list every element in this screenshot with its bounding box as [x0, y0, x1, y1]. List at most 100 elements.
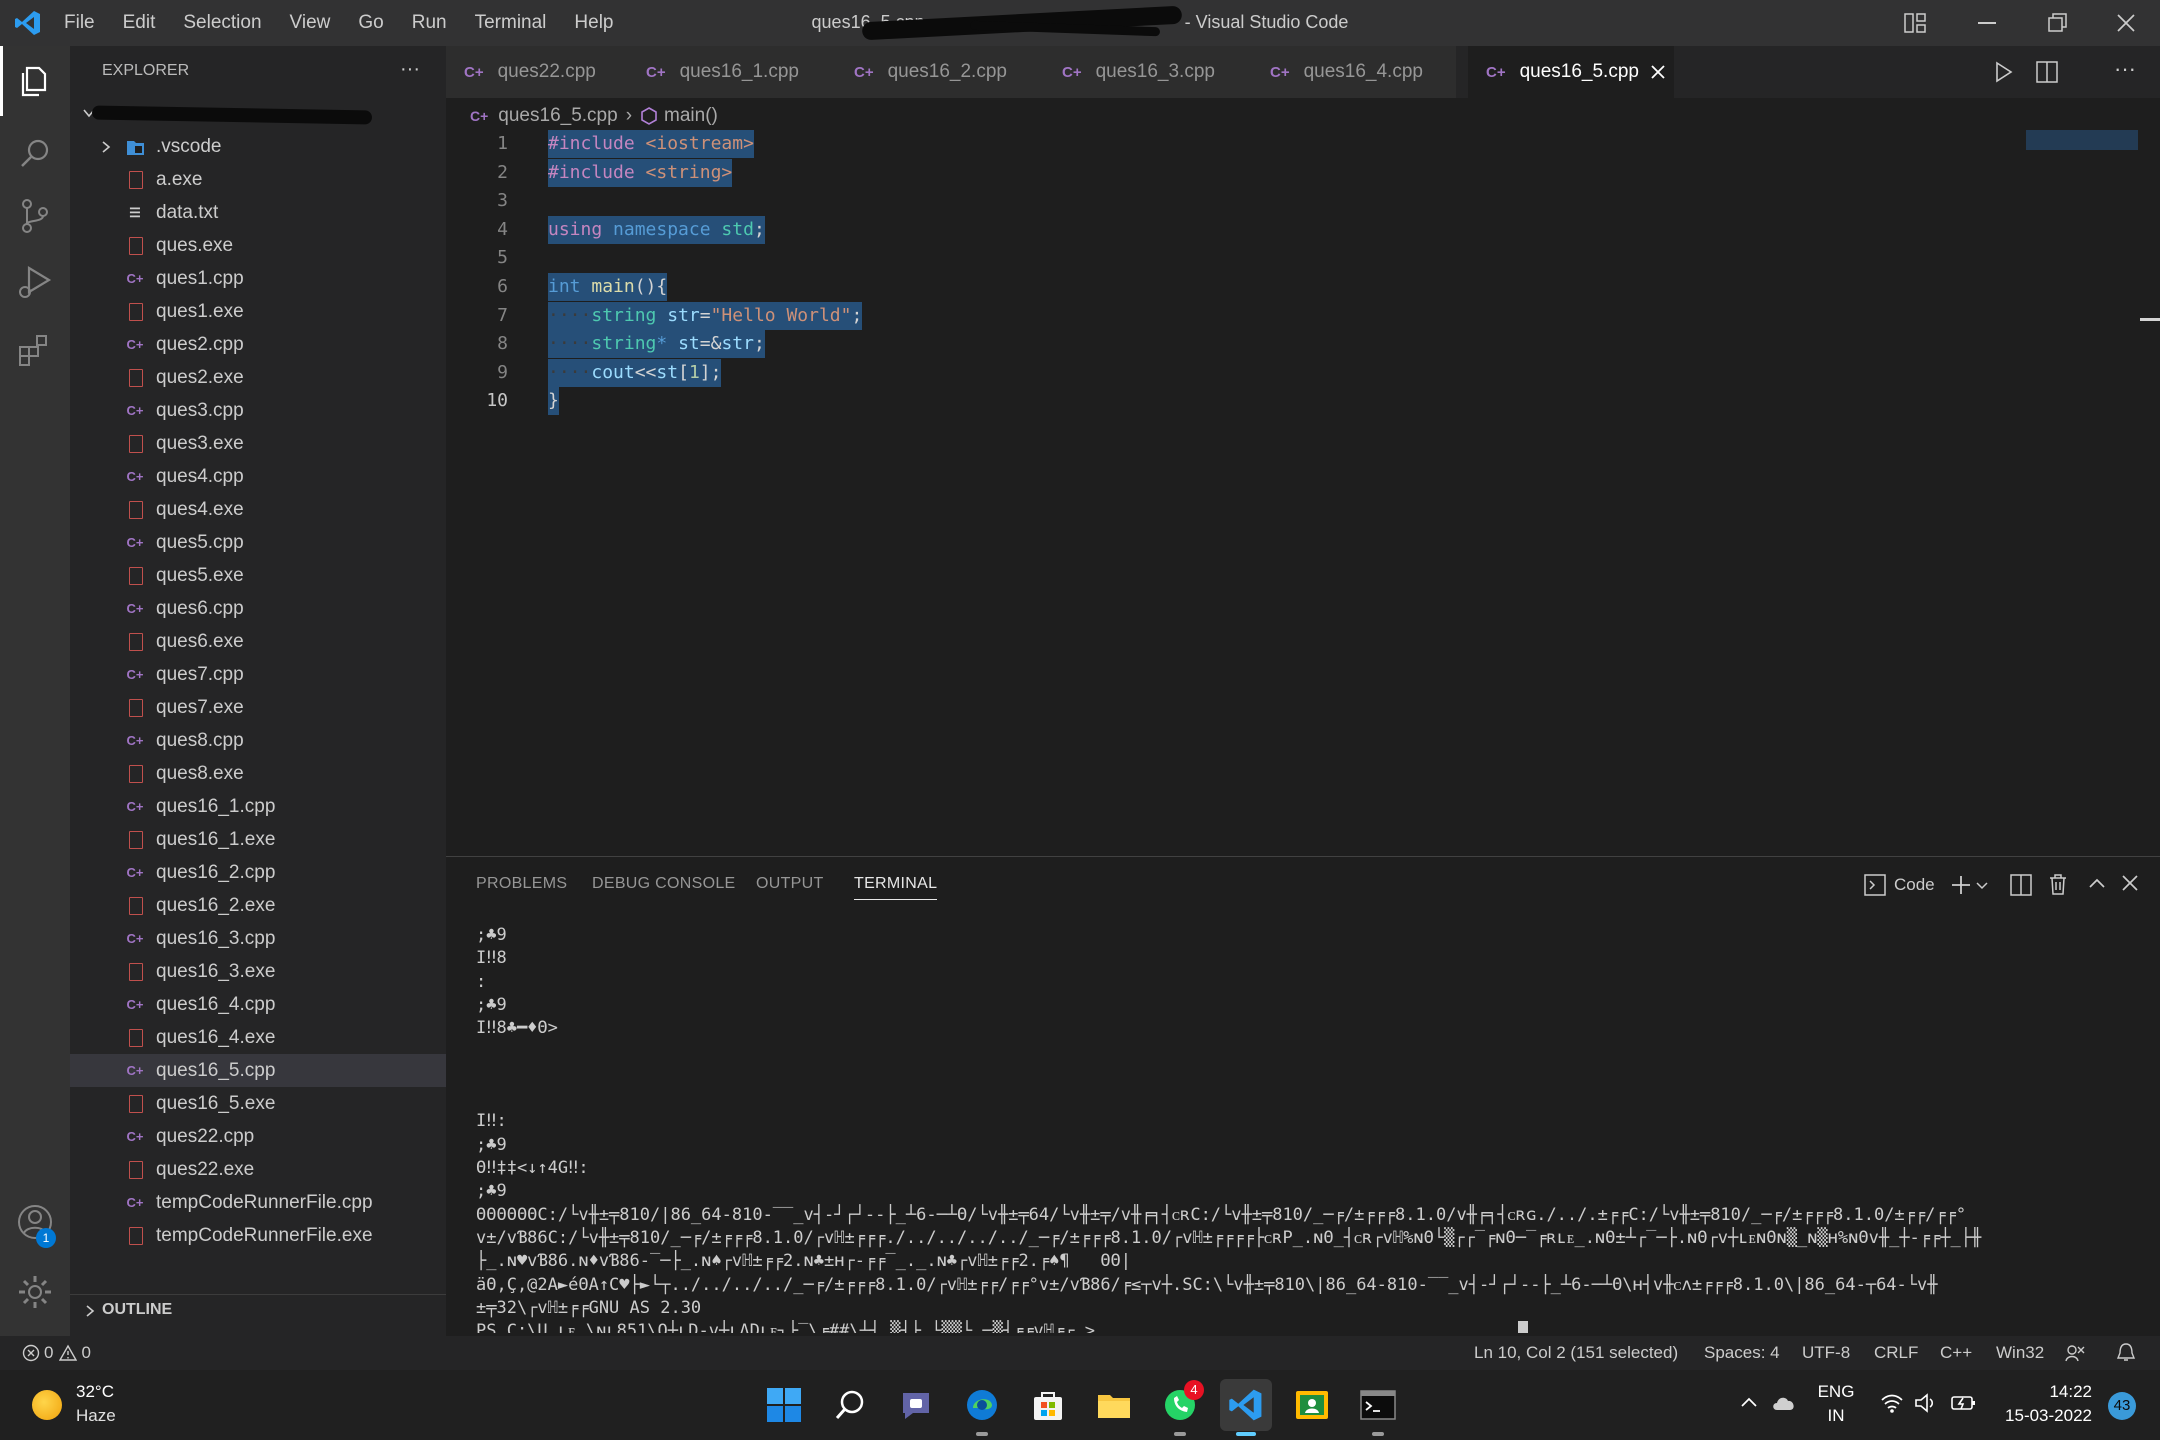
tree-item[interactable]: C+ ques16_3.cpp: [70, 922, 446, 955]
tree-item[interactable]: C+ ques16_2.cpp: [70, 856, 446, 889]
workspace-folder-header[interactable]: [82, 98, 432, 126]
taskbar-classroom[interactable]: [1290, 1383, 1334, 1427]
tree-item[interactable]: tempCodeRunnerFile.exe: [70, 1219, 446, 1252]
code-line[interactable]: 1 #include <iostream>: [446, 130, 1646, 158]
taskbar-store[interactable]: [1026, 1383, 1070, 1427]
encoding[interactable]: UTF-8: [1802, 1343, 1850, 1363]
tree-item[interactable]: ques16_1.exe: [70, 823, 446, 856]
wifi-icon[interactable]: [1880, 1392, 1904, 1414]
new-terminal-icon[interactable]: [1950, 874, 1972, 896]
breadcrumb-file[interactable]: ques16_5.cpp: [498, 105, 617, 127]
close-tab-icon[interactable]: [1651, 65, 1665, 79]
tree-item[interactable]: C+ tempCodeRunnerFile.cpp: [70, 1186, 446, 1219]
clock-time[interactable]: 14:22: [1996, 1382, 2092, 1402]
tree-item[interactable]: C+ ques5.cpp: [70, 526, 446, 559]
split-terminal-icon[interactable]: [2010, 874, 2032, 896]
feedback-icon[interactable]: [2064, 1343, 2086, 1363]
tree-item[interactable]: a.exe: [70, 163, 446, 196]
extensions-icon[interactable]: [15, 330, 55, 370]
minimize-icon[interactable]: [1978, 22, 1996, 24]
taskbar-search[interactable]: [828, 1383, 872, 1427]
weather-temp[interactable]: 32°C: [76, 1382, 114, 1402]
code-line[interactable]: 3: [446, 187, 1646, 215]
tab-problems[interactable]: PROBLEMS: [476, 875, 567, 893]
code-line[interactable]: 5: [446, 244, 1646, 272]
breadcrumb-symbol[interactable]: main(): [664, 105, 718, 127]
tree-item[interactable]: C+ ques3.cpp: [70, 394, 446, 427]
close-panel-icon[interactable]: [2122, 875, 2138, 891]
terminal-output[interactable]: ;♣9 I‼8: ;♣9 I‼8♣━♦Θ> I‼: ;♣9 Θ‼‡‡<↓↑4G‼: ;♣9 ΘΘ…: [446, 923, 2146, 1333]
tree-item[interactable]: C+ ques22.cpp: [70, 1120, 446, 1153]
tree-item[interactable]: ques16_2.exe: [70, 889, 446, 922]
input-region[interactable]: IN: [1816, 1406, 1856, 1426]
source-control-icon[interactable]: [15, 196, 55, 236]
problems-status[interactable]: 0 0: [22, 1336, 91, 1370]
code-editor[interactable]: C+ ques16_5.cpp › main() 1 #include <iost…: [446, 98, 2160, 856]
taskbar-file-explorer[interactable]: [1092, 1383, 1136, 1427]
platform[interactable]: Win32: [1996, 1343, 2044, 1363]
code-line[interactable]: 8 ····string* st=&str;: [446, 330, 1646, 359]
start-button[interactable]: [762, 1383, 806, 1427]
tab-ques22[interactable]: C+ ques22.cpp: [446, 46, 629, 98]
cursor-position[interactable]: Ln 10, Col 2 (151 selected): [1474, 1343, 1678, 1363]
tab-ques16-2[interactable]: C+ ques16_2.cpp: [836, 46, 1045, 98]
trash-icon[interactable]: [2048, 873, 2068, 895]
restore-icon[interactable]: [2048, 13, 2068, 33]
indentation[interactable]: Spaces: 4: [1704, 1343, 1780, 1363]
line-ending[interactable]: CRLF: [1874, 1343, 1918, 1363]
weather-sun-icon[interactable]: [32, 1390, 62, 1420]
tab-ques16-5[interactable]: C+ ques16_5.cpp: [1468, 46, 1675, 98]
close-window-icon[interactable]: [2116, 13, 2136, 33]
tab-ques16-3[interactable]: C+ ques16_3.cpp: [1044, 46, 1253, 98]
minimap[interactable]: [2026, 130, 2138, 150]
code-line[interactable]: 7 ····string str="Hello World";: [446, 301, 1646, 330]
chevron-down-icon[interactable]: [1976, 881, 1988, 891]
tab-output[interactable]: OUTPUT: [756, 875, 824, 893]
tree-item[interactable]: ques2.exe: [70, 361, 446, 394]
tree-item[interactable]: ques22.exe: [70, 1153, 446, 1186]
tree-item[interactable]: ques16_4.exe: [70, 1021, 446, 1054]
terminal-select[interactable]: Code: [1864, 871, 1935, 899]
tab-ques16-1[interactable]: C+ ques16_1.cpp: [628, 46, 837, 98]
taskbar-teams-chat[interactable]: [894, 1383, 938, 1427]
layout-icon[interactable]: [1904, 13, 1926, 33]
input-language[interactable]: ENG: [1816, 1382, 1856, 1402]
tree-item[interactable]: ques5.exe: [70, 559, 446, 592]
notifications-bell-icon[interactable]: [2116, 1342, 2136, 1364]
tree-item[interactable]: ques4.exe: [70, 493, 446, 526]
code-line[interactable]: 4 using namespace std;: [446, 215, 1646, 244]
tree-item[interactable]: ques16_3.exe: [70, 955, 446, 988]
split-editor-icon[interactable]: [2036, 61, 2058, 83]
tree-item[interactable]: ☰ data.txt: [70, 196, 446, 229]
code-line[interactable]: 10}: [446, 387, 1646, 416]
tree-item[interactable]: C+ ques8.cpp: [70, 724, 446, 757]
onedrive-cloud-icon[interactable]: [1770, 1392, 1798, 1414]
settings-gear-icon[interactable]: [15, 1272, 55, 1312]
tree-item[interactable]: ques3.exe: [70, 427, 446, 460]
volume-icon[interactable]: [1914, 1392, 1938, 1414]
tree-item[interactable]: ques7.exe: [70, 691, 446, 724]
show-hidden-icons-chevron[interactable]: [1740, 1396, 1758, 1408]
tree-item[interactable]: ques.exe: [70, 229, 446, 262]
tree-item[interactable]: C+ ques1.cpp: [70, 262, 446, 295]
code-line[interactable]: 6 int main(){: [446, 273, 1646, 301]
tree-item[interactable]: .vscode: [70, 130, 446, 163]
tree-item[interactable]: C+ ques16_4.cpp: [70, 988, 446, 1021]
run-code-icon[interactable]: [1994, 61, 2014, 83]
tree-item[interactable]: C+ ques16_1.cpp: [70, 790, 446, 823]
tree-item[interactable]: C+ ques2.cpp: [70, 328, 446, 361]
editor-more-button[interactable]: ···: [2114, 56, 2136, 82]
tree-item[interactable]: ques1.exe: [70, 295, 446, 328]
tree-item[interactable]: ques6.exe: [70, 625, 446, 658]
clock-date[interactable]: 15-03-2022: [1996, 1406, 2092, 1426]
tree-item[interactable]: C+ ques6.cpp: [70, 592, 446, 625]
weather-condition[interactable]: Haze: [76, 1406, 116, 1426]
battery-charging-icon[interactable]: [1950, 1392, 1978, 1414]
outline-section[interactable]: OUTLINE: [70, 1294, 446, 1325]
taskbar-vscode[interactable]: [1220, 1379, 1272, 1431]
notification-center-badge[interactable]: 43: [2108, 1392, 2136, 1420]
taskbar-edge[interactable]: [960, 1383, 1004, 1427]
code-area[interactable]: 1 #include <iostream> 2 #include <string> 3 …: [446, 130, 1946, 450]
tree-item[interactable]: ques8.exe: [70, 757, 446, 790]
tree-item[interactable]: C+ ques16_5.cpp: [70, 1054, 446, 1087]
